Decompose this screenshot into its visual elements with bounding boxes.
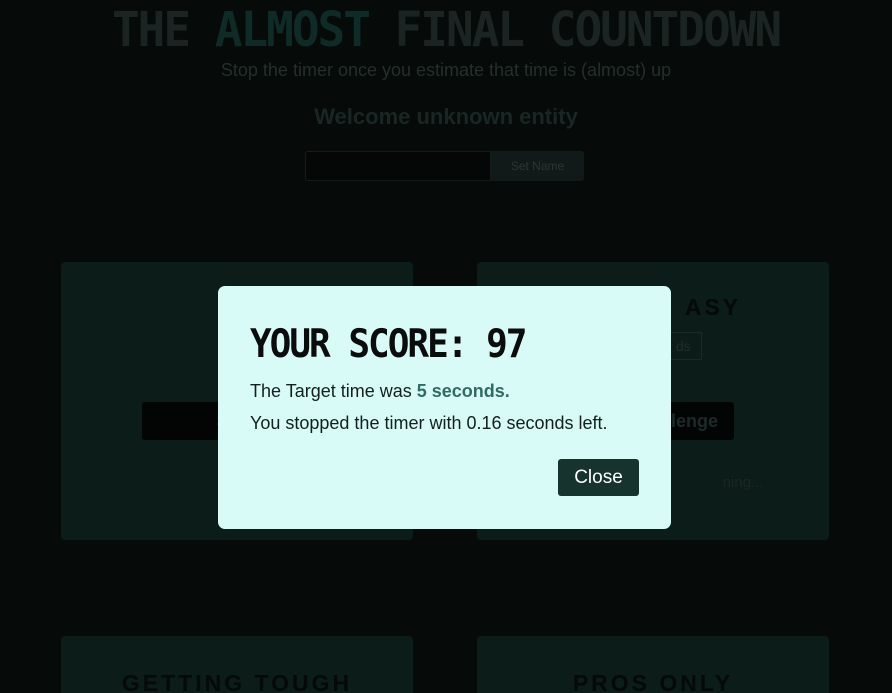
- result-line: You stopped the timer with 0.16 seconds …: [250, 413, 608, 433]
- score-title: YOUR SCORE: 97: [250, 322, 527, 368]
- score-dialog: YOUR SCORE: 97 The Target time was 5 sec…: [218, 286, 671, 529]
- target-time-value: 5 seconds.: [416, 381, 510, 401]
- close-button[interactable]: Close: [558, 459, 639, 496]
- target-time-text: The Target time was: [250, 381, 417, 401]
- page: THE ALMOST FINAL COUNTDOWN Stop the time…: [0, 0, 892, 693]
- target-time-line: The Target time was 5 seconds.: [250, 381, 510, 402]
